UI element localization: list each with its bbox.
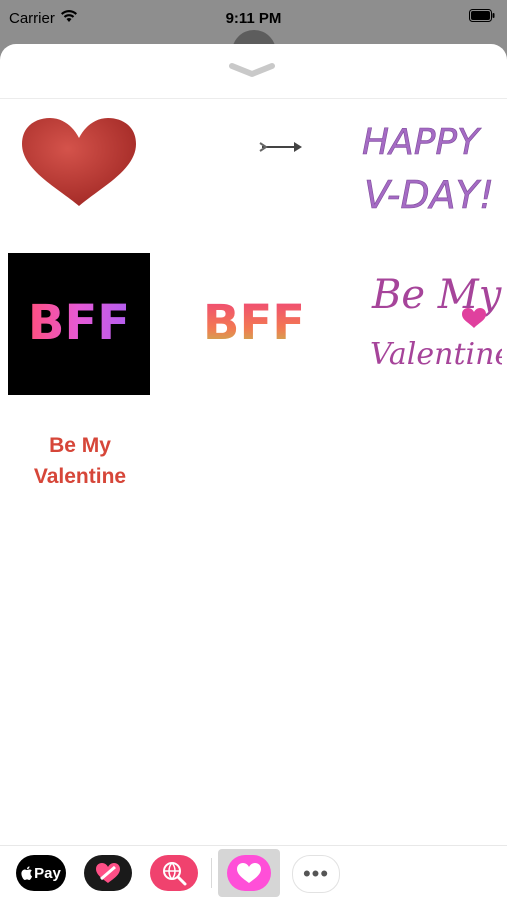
sticker-happy-vday[interactable]: HAPPY V-DAY! [358, 110, 498, 222]
sheet-divider [0, 98, 507, 99]
sticker-bff-black[interactable]: BFF [8, 253, 150, 395]
be-my-text-line1: Be My [49, 434, 111, 457]
image-search-app-button[interactable] [150, 855, 198, 891]
heart-pencil-icon [96, 863, 120, 883]
valentine-sticker-app-button[interactable] [218, 849, 280, 897]
bff-label: BFF [203, 295, 305, 351]
clock: 9:11 PM [225, 10, 282, 27]
sticker-arrow[interactable] [258, 140, 304, 154]
more-dots-icon: ••• [302, 861, 330, 886]
apple-pay-label: Pay [34, 864, 61, 882]
be-my-script-line2: Valentine [370, 337, 502, 372]
globe-search-icon [163, 862, 187, 886]
sticker-heart[interactable] [18, 116, 140, 208]
heart-icon [237, 863, 261, 883]
be-my-text-line2: Valentine [33, 465, 127, 488]
happy-vday-line2: V-DAY! [364, 173, 494, 217]
sticker-bff[interactable]: BFF [186, 289, 322, 353]
heart-sticker-app-button[interactable] [84, 855, 132, 891]
collapse-chevron-icon[interactable] [226, 60, 278, 82]
happy-vday-line1: HAPPY [362, 122, 482, 163]
sticker-be-my-valentine-script[interactable]: Be My Valentine [366, 258, 502, 378]
drawer-separator [211, 858, 212, 888]
app-drawer: Pay ••• [0, 845, 507, 901]
apple-logo-icon [21, 865, 33, 880]
bff-black-label: BFF [28, 295, 130, 351]
sticker-sheet: HAPPY V-DAY! BFF BFF Be My Valentine Be … [0, 44, 507, 900]
battery-icon [469, 9, 495, 22]
apple-pay-button[interactable]: Pay [16, 855, 66, 891]
valentine-app-icon-bg [227, 855, 271, 891]
bff-black-art: BFF [28, 295, 130, 351]
more-apps-button[interactable]: ••• [292, 855, 340, 893]
sticker-be-my-valentine-text[interactable]: Be My Valentine [10, 430, 150, 492]
